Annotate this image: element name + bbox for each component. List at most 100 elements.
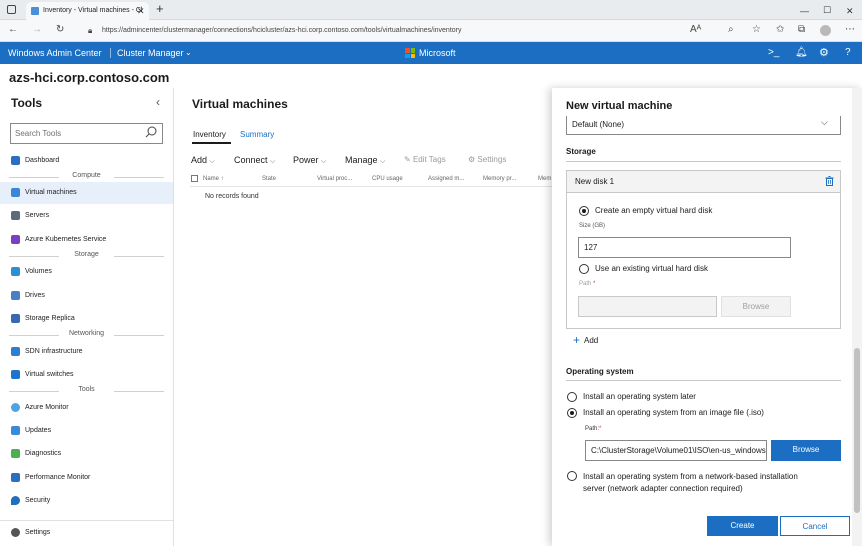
column-header-name[interactable]: Name ↑ [203,176,224,182]
disk-path-label: Path * [579,281,596,287]
help-icon[interactable]: ? [845,42,851,64]
sidebar-title: Tools [11,96,43,110]
sidebar-divider [0,520,173,521]
tab-actions-icon[interactable] [7,5,16,14]
edit-tags-button[interactable]: ✎ Edit Tags [404,155,446,165]
lock-icon: 🔒︎ [88,26,93,35]
os-network-radio[interactable] [567,471,577,481]
sidebar-item-security[interactable]: Security [0,490,173,512]
sidebar-item-drives[interactable]: Drives [0,285,173,307]
favorites-icon[interactable]: ✩ [776,24,784,36]
minimize-icon[interactable]: — [800,6,809,16]
notifications-icon[interactable]: 🔔︎ [795,42,808,64]
browser-menu-icon[interactable]: ⋯ [845,24,855,36]
browser-tab-bar: Inventory - Virtual machines - Cl ✕ + — … [0,0,862,20]
maximize-icon[interactable]: ☐ [823,5,831,15]
manage-button[interactable]: Manage ⌵ [345,155,385,167]
page-title: Virtual machines [192,97,288,111]
tab-summary[interactable]: Summary [240,130,274,139]
gear-icon[interactable]: ⚙ [819,42,829,64]
forward-icon[interactable]: → [32,24,42,36]
power-button[interactable]: Power ⌵ [293,155,326,167]
app-name[interactable]: Windows Admin Center [8,42,102,64]
active-tab-indicator [192,142,231,144]
existing-disk-label: Use an existing virtual hard disk [595,264,708,273]
column-header-cpu-usage[interactable]: CPU usage [372,176,403,182]
add-button[interactable]: Add ⌵ [191,155,215,167]
column-header-virtual-processors[interactable]: Virtual proc... [317,176,352,182]
os-later-label: Install an operating system later [583,392,696,401]
chevron-down-icon[interactable]: ⌵ [821,117,828,128]
os-later-radio[interactable] [567,392,577,402]
sidebar-item-servers[interactable]: Servers [0,205,173,227]
favorite-icon[interactable]: ☆ [752,24,761,36]
os-path-input[interactable]: C:\ClusterStorage\Volume01\ISO\en-us_win… [585,440,767,461]
collapse-sidebar-icon[interactable]: ‹ [156,95,160,109]
gear-icon: ⚙ [468,155,476,164]
column-header-assigned-memory[interactable]: Assigned m... [428,176,464,182]
tab-inventory[interactable]: Inventory [193,130,226,139]
collections-icon[interactable]: ⧉ [798,24,805,36]
refresh-icon[interactable]: ↻ [56,24,64,36]
chevron-down-icon[interactable]: ⌄ [185,42,192,64]
volume-icon [11,267,20,276]
disk-path-input[interactable] [578,296,717,317]
chevron-down-icon: ⌵ [270,158,276,165]
create-button[interactable]: Create [707,516,778,536]
sidebar-item-settings[interactable]: Settings [0,522,173,544]
add-disk-button[interactable]: + Add [573,334,598,346]
connect-button[interactable]: Connect ⌵ [234,155,275,167]
profile-avatar[interactable] [820,25,831,36]
sidebar-item-virtual-machines[interactable]: Virtual machines [0,182,173,204]
back-icon[interactable]: ← [8,24,18,36]
trash-icon[interactable] [825,176,834,186]
cancel-button[interactable]: Cancel [780,516,850,536]
sidebar-item-dashboard[interactable]: Dashboard [0,150,173,172]
sidebar-item-performance-monitor[interactable]: Performance Monitor [0,467,173,489]
existing-disk-radio[interactable] [579,264,589,274]
sidebar-item-updates[interactable]: Updates [0,420,173,442]
column-header-memory-pressure[interactable]: Memory pr... [483,176,516,182]
sidebar-item-virtual-switches[interactable]: Virtual switches [0,364,173,386]
drive-icon [11,291,20,300]
new-tab-icon[interactable]: + [156,2,164,15]
column-header-state[interactable]: State [262,176,276,182]
os-image-radio[interactable] [567,408,577,418]
os-image-label: Install an operating system from an imag… [583,408,764,417]
zoom-icon[interactable]: ⌕ [728,24,734,36]
create-empty-disk-radio[interactable] [579,206,589,216]
shield-icon [11,496,20,505]
search-tools-input[interactable]: Search Tools [10,123,163,144]
settings-button[interactable]: ⚙ Settings [468,155,506,165]
section-storage: Storage [9,251,164,261]
os-browse-button[interactable]: Browse [771,440,841,461]
section-compute: Compute [9,172,164,182]
address-bar: ← → ↻ 🔒︎ https://admincenter/clustermana… [0,20,862,42]
sidebar-item-storage-replica[interactable]: Storage Replica [0,308,173,330]
select-all-checkbox[interactable] [191,175,198,182]
sidebar-item-azure-monitor[interactable]: Azure Monitor [0,397,173,419]
section-networking: Networking [9,330,164,340]
panel-title: New virtual machine [566,100,673,112]
read-aloud-icon[interactable]: Aᴬ [690,24,701,36]
sidebar-item-sdn-infrastructure[interactable]: SDN infrastructure [0,341,173,363]
column-header-memory[interactable]: Mem [538,176,551,182]
url-field[interactable]: 🔒︎ https://admincenter/clustermanager/co… [82,23,682,39]
search-icon[interactable] [145,125,157,139]
sidebar-item-volumes[interactable]: Volumes [0,261,173,283]
size-input[interactable]: 127 [578,237,791,258]
close-tab-icon[interactable]: ✕ [137,6,145,16]
app-header: Windows Admin Center Cluster Manager ⌄ M… [0,42,862,64]
sidebar-item-azure-kubernetes-service[interactable]: Azure Kubernetes Service [0,229,173,251]
settings-gear-icon [11,528,20,537]
context-switcher[interactable]: Cluster Manager [117,42,184,64]
scrollbar-thumb[interactable] [854,348,860,513]
disk-browse-button[interactable]: Browse [721,296,791,317]
brand-name: Microsoft [419,48,456,58]
sidebar-item-diagnostics[interactable]: Diagnostics [0,443,173,465]
browser-tab[interactable]: Inventory - Virtual machines - Cl [26,2,149,20]
connection-title: azs-hci.corp.contoso.com [9,70,170,85]
powershell-icon[interactable]: >_ [768,42,779,64]
close-window-icon[interactable]: ✕ [846,6,854,16]
default-select-dropdown[interactable]: Default (None) [566,116,841,135]
